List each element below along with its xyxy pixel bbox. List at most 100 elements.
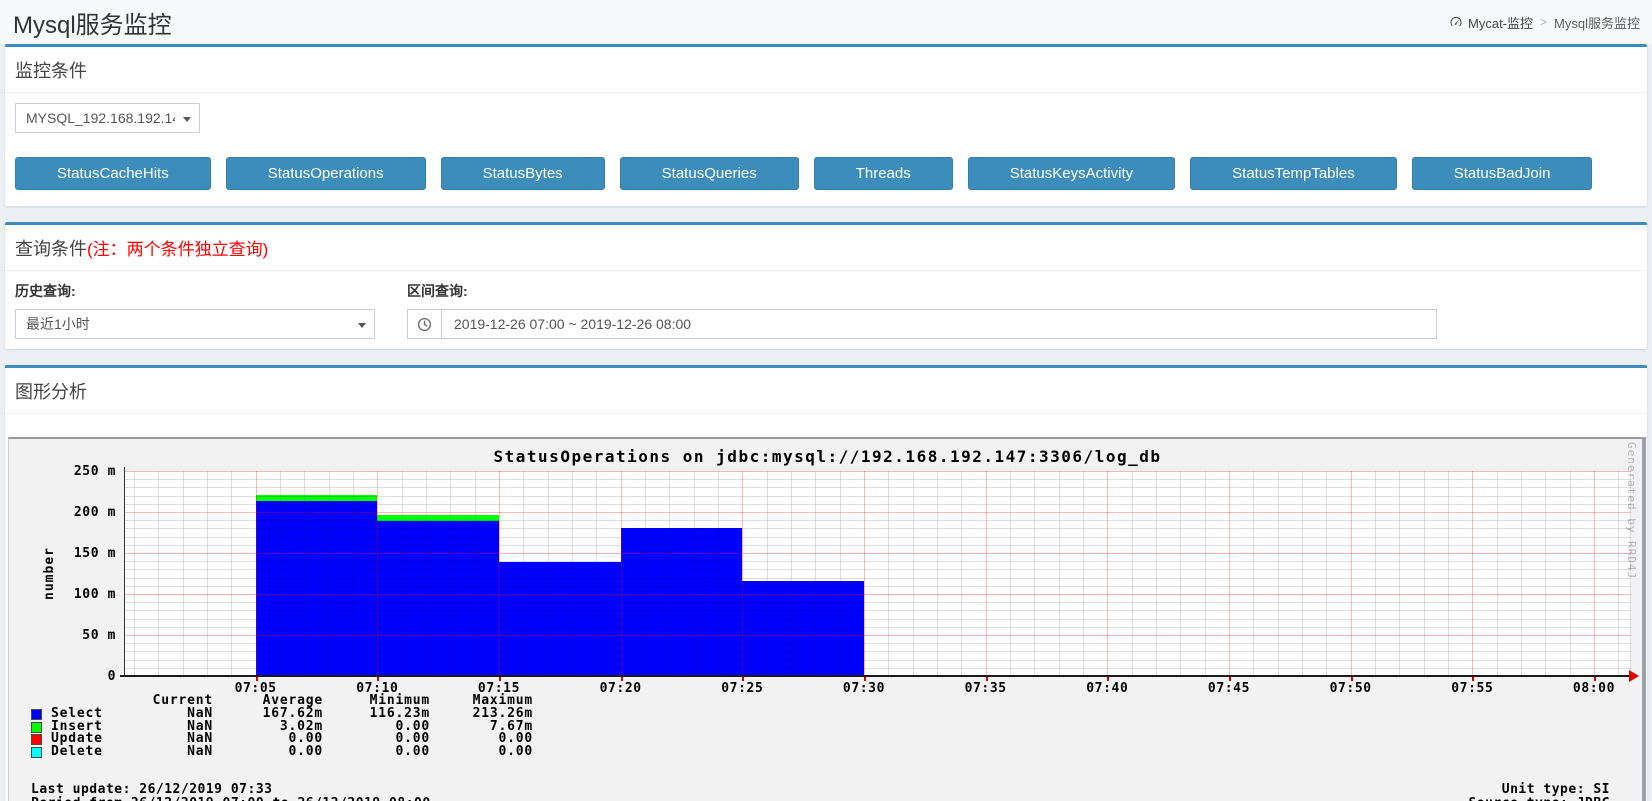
chart-x-tickmark [985,677,988,681]
query-panel-header: 查询条件(注：两个条件独立查询) [5,225,1647,271]
metric-button-Threads[interactable]: Threads [813,157,953,190]
gridline-major-v [1228,471,1230,676]
gridline-minor-v [571,471,573,676]
metric-button-StatusTempTables[interactable]: StatusTempTables [1190,157,1397,190]
gridline-minor-v [839,471,841,676]
metric-button-StatusOperations[interactable]: StatusOperations [225,157,426,190]
chart-y-tick-label: 150 m [73,546,116,561]
gridline-minor-h [124,495,1631,497]
metric-button-StatusCacheHits[interactable]: StatusCacheHits [15,157,211,190]
chart-x-tickmark [1350,677,1353,681]
gridline-minor-v [1447,471,1449,676]
chart-x-tickmark [377,677,380,681]
chart-x-axis [120,675,1633,677]
gridline-minor-v [401,471,403,676]
metric-button-StatusQueries[interactable]: StatusQueries [619,157,799,190]
breadcrumb-root-link[interactable]: Mycat-监控 [1449,13,1533,32]
gridline-minor-h [124,602,1631,604]
gridline-minor-h [124,503,1631,505]
chart-x-tickmark [863,677,866,681]
rrd-chart-image: StatusOperations on jdbc:mysql://192.168… [8,437,1646,801]
legend-row-update: Update NaN 0.00 0.00 0.00 [31,732,533,746]
gridline-minor-v [304,471,306,676]
gridline-minor-v [450,471,452,676]
datetime-range-input[interactable] [441,309,1437,339]
gridline-minor-v [1253,471,1255,676]
chart-legend: Current Average Minimum Maximum Select NaN 167… [31,694,533,760]
gridline-major-v [1593,471,1595,676]
chart-scrollbar[interactable] [1642,439,1646,801]
metric-buttons-row: StatusCacheHits StatusOperations StatusByt… [15,157,1637,190]
chart-x-tick-label: 07:50 [1329,681,1372,696]
gridline-major-v [1350,471,1352,676]
gridline-minor-v [1034,471,1036,676]
chevron-down-icon [358,323,366,328]
gridline-minor-v [279,471,281,676]
breadcrumb: Mycat-监控 > Mysql服务监控 [1449,13,1640,32]
chart-footer-right: Unit type: SISource type: JDBC [1468,783,1610,801]
gridline-minor-v [790,471,792,676]
metric-button-StatusBadJoin[interactable]: StatusBadJoin [1411,157,1593,190]
dashboard-icon [1449,15,1463,29]
chart-x-tickmark [1593,677,1596,681]
gridline-major-h [124,635,1631,636]
gridline-minor-v [888,471,890,676]
query-panel-note: (注：两个条件独立查询) [87,240,269,259]
gridline-minor-v [1569,471,1571,676]
gridline-minor-v [134,471,135,676]
chart-x-tickmark [742,677,745,681]
server-select[interactable]: MYSQL_192.168.192.147 [15,103,200,133]
rrd4j-watermark: Generated by RRD4J [1625,442,1638,580]
chart-footer-line: Period from 26/12/2019 07:00 to 26/12/20… [31,796,431,801]
legend-value: 0.00 [498,744,533,760]
gridline-minor-v [1545,471,1547,676]
legend-value: NaN [187,744,213,760]
chart-x-tick-label: 07:45 [1207,681,1251,696]
chart-footer-line: Unit type: SI [1501,782,1610,797]
gridline-minor-h [124,626,1631,628]
gridline-minor-v [1277,471,1279,676]
gridline-minor-v [1009,471,1011,676]
gridline-minor-v [1496,471,1498,676]
gridline-minor-v [1520,471,1522,676]
monitor-conditions-panel: 监控条件 MYSQL_192.168.192.147 StatusCacheHi… [5,44,1647,206]
gridline-minor-v [1399,471,1401,676]
graph-panel-title: 图形分析 [15,382,87,402]
gridline-minor-v [182,471,184,676]
gridline-minor-v [717,471,719,676]
gridline-minor-v [912,471,914,676]
gridline-minor-h [124,479,1631,481]
gridline-minor-v [1618,471,1620,676]
query-panel-title: 查询条件 [15,239,87,259]
gridline-minor-h [124,667,1631,669]
gridline-major-h [124,553,1631,554]
gridline-minor-v [425,471,427,676]
gridline-minor-v [1423,471,1425,676]
chart-x-tick-label: 07:30 [842,681,886,696]
breadcrumb-root-label: Mycat-监控 [1468,15,1534,31]
gridline-minor-h [124,536,1631,538]
gridline-major-v [377,471,379,676]
gridline-minor-v [1204,471,1206,676]
chart-footer: Last update: 26/12/2019 07:33Period from… [31,783,1610,801]
chart-y-axis [124,467,125,677]
gridline-minor-v [1180,471,1182,676]
history-range-value: 最近1小时 [26,316,90,332]
gridline-minor-v [936,471,938,676]
graph-panel-header: 图形分析 [5,368,1647,414]
gridline-major-v [498,471,500,676]
gridline-minor-v [206,471,208,676]
breadcrumb-current: Mysql服务监控 [1554,15,1640,31]
history-range-select[interactable]: 最近1小时 [15,309,375,339]
gridline-major-v [985,471,987,676]
gridline-minor-h [124,528,1631,530]
gridline-major-v [742,471,744,676]
metric-button-StatusBytes[interactable]: StatusBytes [440,157,605,190]
metric-button-StatusKeysActivity[interactable]: StatusKeysActivity [967,157,1176,190]
legend-series-name: Delete [51,744,103,760]
chart-x-tickmark [1107,677,1110,681]
chart-x-tickmark [498,677,501,681]
chart-footer-line: Source type: JDBC [1468,796,1610,801]
gridline-minor-v [158,471,160,676]
gridline-minor-h [124,544,1631,546]
